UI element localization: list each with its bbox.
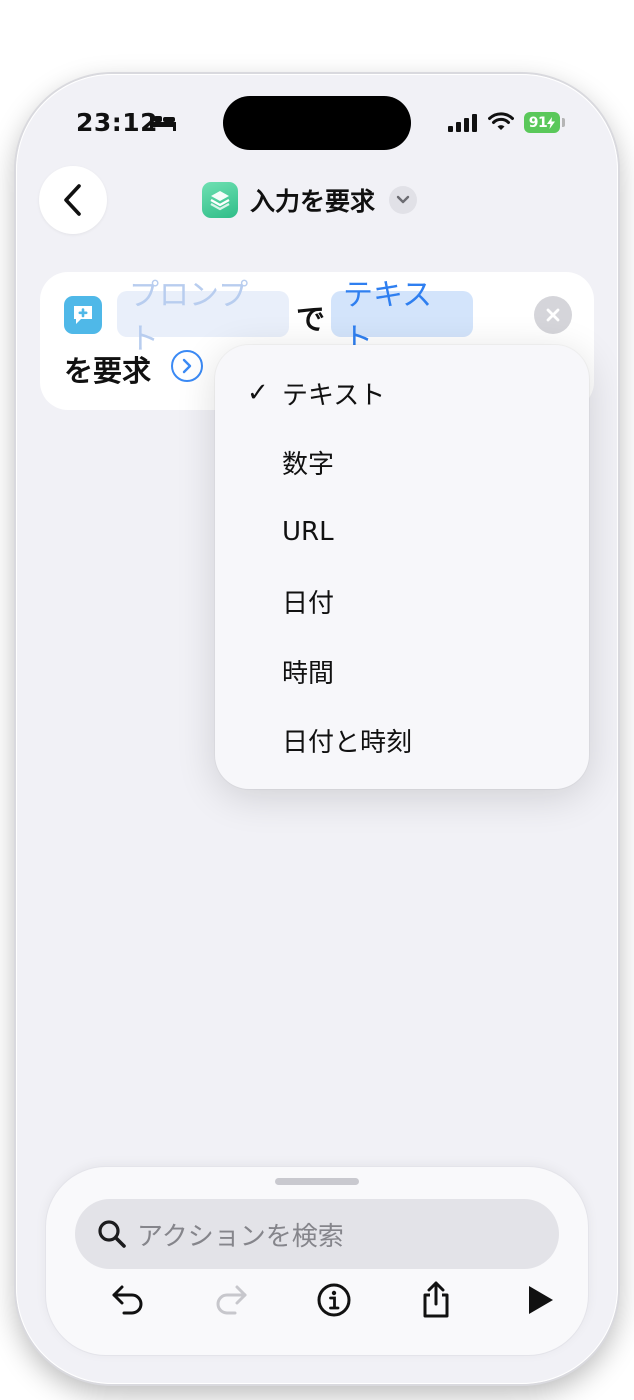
info-button[interactable]	[312, 1278, 356, 1322]
connector-label: で	[296, 302, 326, 336]
menu-item-label: テキスト	[282, 380, 386, 411]
menu-item-text[interactable]: ✓ テキスト	[215, 361, 589, 425]
info-icon	[317, 1283, 351, 1317]
back-button[interactable]	[39, 166, 107, 234]
request-label: を要求	[64, 354, 152, 388]
close-icon	[546, 308, 560, 322]
input-type-token[interactable]: テキスト	[331, 278, 473, 357]
menu-item-label: 時間	[282, 658, 335, 689]
wifi-icon	[488, 112, 514, 136]
cellular-signal-icon	[448, 114, 478, 136]
undo-button[interactable]	[106, 1278, 150, 1322]
input-type-menu: ✓ テキスト 数字 URL 日付 時間 日付と時刻	[215, 345, 589, 789]
remove-action-button[interactable]	[534, 296, 572, 334]
charging-bolt-icon	[547, 116, 556, 129]
menu-item-label: URL	[282, 517, 334, 547]
run-button[interactable]	[518, 1278, 562, 1322]
battery-tip	[562, 118, 565, 127]
search-placeholder: アクションを検索	[137, 1221, 344, 1252]
dynamic-island	[223, 96, 411, 150]
sheet-grabber[interactable]	[275, 1178, 359, 1185]
share-button[interactable]	[414, 1278, 458, 1322]
menu-item-label: 数字	[282, 449, 335, 480]
undo-icon	[112, 1285, 143, 1315]
search-input[interactable]: アクションを検索	[75, 1199, 559, 1269]
play-icon	[529, 1286, 553, 1314]
menu-item-label: 日付と時刻	[282, 727, 413, 758]
shortcut-title-button[interactable]: 入力を要求	[202, 180, 418, 220]
menu-item-number[interactable]: 数字	[215, 430, 589, 494]
search-icon	[97, 1219, 127, 1253]
expand-options-button[interactable]	[171, 350, 203, 382]
menu-item-time[interactable]: 時間	[215, 639, 589, 703]
redo-icon	[216, 1285, 247, 1315]
menu-item-label: 日付	[282, 588, 335, 619]
shortcuts-app-icon	[202, 182, 238, 218]
chevron-right-icon	[182, 358, 192, 374]
redo-button[interactable]	[209, 1278, 253, 1322]
menu-item-url[interactable]: URL	[215, 500, 589, 564]
battery-indicator: 91	[524, 112, 560, 133]
action-search-sheet: アクションを検索	[46, 1167, 588, 1355]
phone-screen: 23:12 91 入力を要求 プロンプト で テキスト を要求 ✓ テキスト 数…	[16, 74, 618, 1384]
bed-icon	[149, 112, 177, 136]
share-icon	[423, 1281, 449, 1318]
menu-item-date-and-time[interactable]: 日付と時刻	[215, 708, 589, 772]
page-title: 入力を要求	[250, 187, 376, 216]
chevron-down-icon	[389, 186, 418, 214]
status-time: 23:12	[76, 108, 159, 137]
chevron-left-icon	[64, 184, 81, 216]
chat-bubble-plus-icon	[64, 296, 102, 334]
menu-item-date[interactable]: 日付	[215, 569, 589, 633]
battery-level: 91	[528, 114, 548, 131]
prompt-token[interactable]: プロンプト	[117, 278, 289, 357]
checkmark-icon: ✓	[247, 378, 269, 408]
